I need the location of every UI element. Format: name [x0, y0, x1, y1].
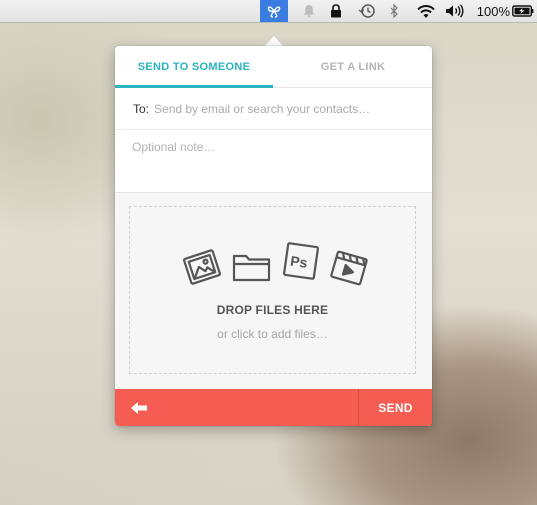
photoshop-icon: Ps — [283, 242, 319, 280]
wifi-icon — [417, 4, 435, 18]
file-type-icons: Ps — [180, 237, 370, 291]
bluetooth-menu-item[interactable] — [387, 0, 401, 22]
back-button[interactable] — [115, 389, 358, 426]
send-button[interactable]: SEND — [359, 389, 432, 426]
drop-title: DROP FILES HERE — [216, 303, 329, 317]
app-icon — [267, 6, 281, 18]
lock-menu-item[interactable] — [327, 0, 345, 22]
battery-icon — [512, 5, 534, 17]
volume-icon — [446, 4, 464, 18]
arrow-left-icon — [131, 401, 147, 414]
bell-icon — [303, 5, 315, 18]
popover-caret — [265, 36, 283, 46]
menu-bar: 100% — [0, 0, 537, 23]
drop-zone[interactable]: Ps DROP FILES HERE or click to add files… — [129, 206, 416, 374]
tab-get-a-link[interactable]: GET A LINK — [274, 46, 432, 87]
volume-menu-item[interactable] — [444, 0, 466, 22]
recipient-row: To: — [115, 88, 432, 130]
send-popover: SEND TO SOMEONE GET A LINK To: Send by e… — [115, 46, 432, 426]
to-label: To: — [133, 101, 150, 116]
time-machine-menu-item[interactable] — [356, 0, 378, 22]
footer-bar: SEND — [115, 389, 432, 426]
tab-bar: SEND TO SOMEONE GET A LINK — [115, 46, 432, 88]
battery-menu-item[interactable] — [511, 0, 535, 22]
image-icon — [183, 249, 221, 285]
recipient-input[interactable] — [152, 100, 422, 117]
app-menu-item[interactable] — [260, 0, 288, 22]
notification-menu-item[interactable] — [300, 0, 318, 22]
lock-icon — [331, 4, 341, 18]
tab-send-to-someone[interactable]: SEND TO SOMEONE — [115, 46, 273, 88]
battery-percent: 100% — [476, 3, 510, 19]
note-area — [115, 130, 432, 193]
bluetooth-icon — [390, 4, 398, 18]
time-machine-icon — [358, 4, 375, 18]
wifi-menu-item[interactable] — [414, 0, 438, 22]
drop-area: Ps DROP FILES HERE or click to add files… — [115, 193, 432, 389]
video-icon — [330, 250, 368, 286]
note-input[interactable] — [132, 140, 417, 184]
folder-icon — [232, 254, 271, 282]
svg-text:Ps: Ps — [289, 253, 308, 271]
drop-subtitle[interactable]: or click to add files… — [130, 327, 415, 341]
